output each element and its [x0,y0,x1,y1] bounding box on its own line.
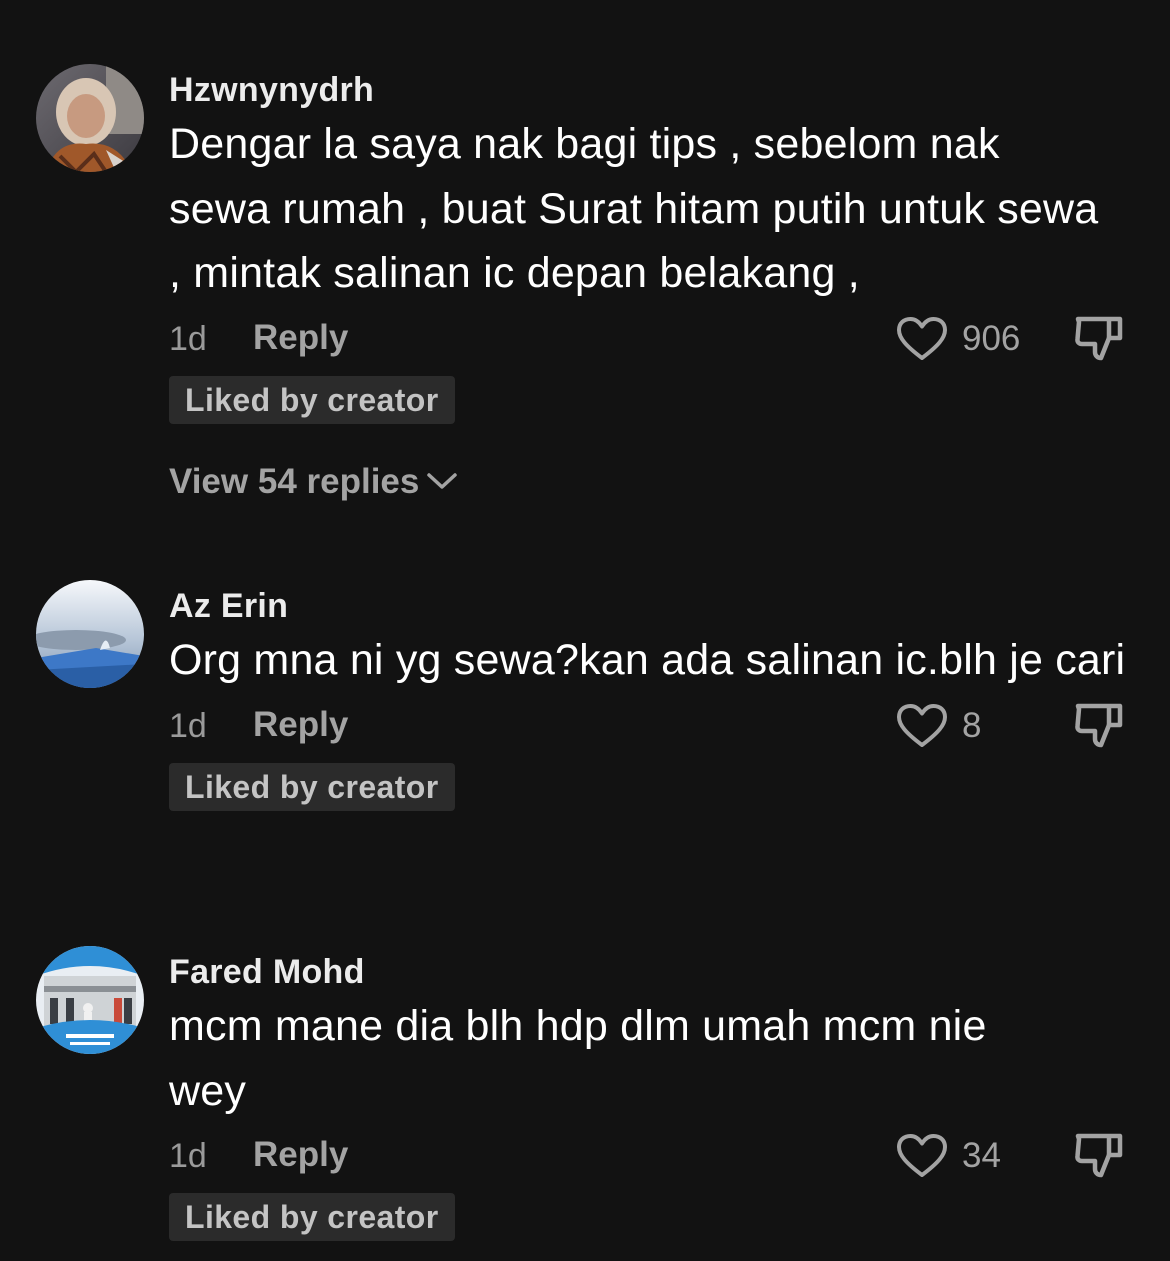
comment-text: Org mna ni yg sewa?kan ada salinan ic.bl… [169,636,1126,684]
heart-outline-icon [896,316,948,362]
reply-button[interactable]: Reply [253,1135,348,1175]
chevron-down-icon [419,462,459,502]
heart-outline-icon [896,1133,948,1179]
reply-button[interactable]: Reply [253,705,348,745]
dislike-button[interactable] [1073,314,1125,366]
like-count: 906 [962,318,1021,358]
dislike-button[interactable] [1073,1131,1125,1183]
dislike-button[interactable] [1073,701,1125,753]
thumbs-down-outline-icon [1073,1133,1125,1187]
like-button[interactable]: 906 [896,314,1020,364]
liked-by-creator-badge: Liked by creator [169,1193,455,1241]
comment-text: mcm mane dia blh hdp dlm umah mcm nie we… [169,1002,987,1115]
like-count: 34 [962,1136,1001,1175]
timestamp: 1d [169,319,207,358]
avatar[interactable] [36,580,144,688]
comment-text: Dengar la saya nak bagi tips , sebelom n… [169,120,1099,297]
heart-outline-icon [896,703,948,749]
username[interactable]: Hzwnynydrh [169,70,1129,110]
avatar[interactable] [36,64,144,172]
like-button[interactable]: 34 [896,1131,1001,1181]
comment-actions: 1d Reply 8 [169,701,1129,751]
liked-by-creator-badge: Liked by creator [169,762,455,811]
comment-actions: 1d Reply 906 [169,314,1129,364]
username[interactable]: Fared Mohd [169,952,1129,992]
timestamp: 1d [169,706,207,745]
username[interactable]: Az Erin [169,586,1129,626]
avatar[interactable] [36,946,144,1054]
like-button[interactable]: 8 [896,701,981,751]
like-count: 8 [962,705,982,745]
liked-by-creator-badge: Liked by creator [169,375,455,424]
thumbs-down-outline-icon [1073,703,1125,757]
reply-button[interactable]: Reply [253,318,348,358]
view-replies-button[interactable]: View 54 replies [169,462,1129,502]
thumbs-down-outline-icon [1073,316,1125,370]
view-replies-label: View 54 replies [169,461,420,501]
comment-actions: 1d Reply 34 [169,1131,1129,1181]
timestamp: 1d [169,1137,207,1175]
